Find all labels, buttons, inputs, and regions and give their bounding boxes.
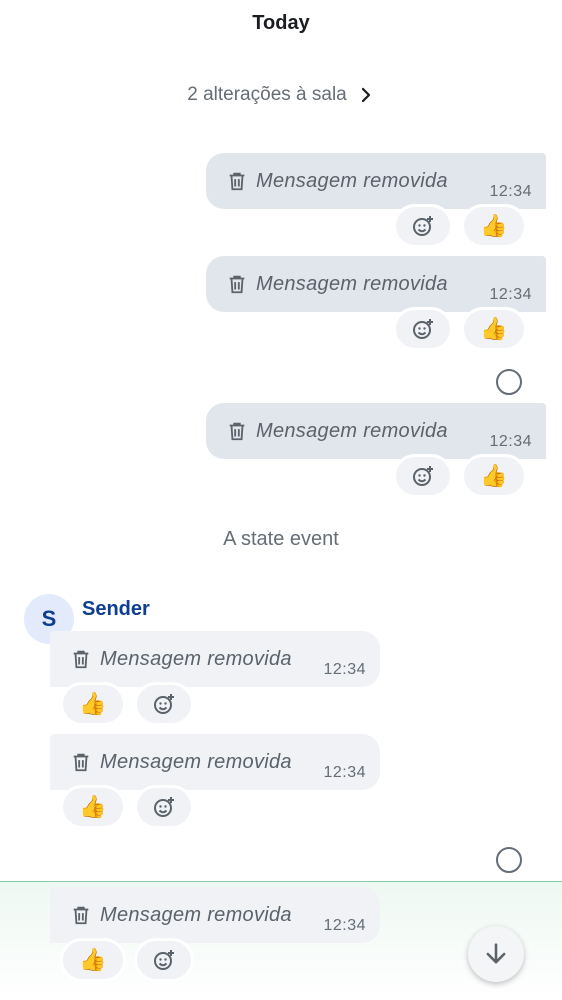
message-bubble[interactable]: Mensagem removida 12:34 (206, 256, 546, 312)
read-receipt-indicator[interactable] (496, 847, 522, 873)
add-reaction-button[interactable] (134, 785, 194, 829)
message-bubble[interactable]: Mensagem removida 12:34 (50, 887, 380, 943)
read-receipt-indicator[interactable] (496, 369, 522, 395)
message-text: Mensagem removida (100, 750, 292, 773)
reaction-thumbs-up[interactable]: 👍 (60, 938, 126, 982)
add-reaction-icon (413, 466, 433, 486)
add-reaction-button[interactable] (134, 682, 194, 726)
add-reaction-button[interactable] (393, 204, 453, 248)
add-reaction-icon (154, 950, 174, 970)
message-bubble[interactable]: Mensagem removida 12:34 (50, 734, 380, 790)
add-reaction-icon (413, 319, 433, 339)
reaction-thumbs-up[interactable]: 👍 (461, 307, 527, 351)
message-text: Mensagem removida (100, 903, 292, 926)
message-timestamp: 12:34 (323, 917, 366, 934)
add-reaction-icon (154, 694, 174, 714)
reaction-thumbs-up[interactable]: 👍 (461, 454, 527, 498)
arrow-down-icon (486, 943, 506, 964)
trash-icon (73, 650, 89, 669)
add-reaction-button[interactable] (134, 938, 194, 982)
message-timestamp: 12:34 (489, 183, 532, 200)
add-reaction-button[interactable] (393, 454, 453, 498)
trash-icon (229, 275, 245, 294)
day-divider: Today (252, 12, 310, 34)
room-changes-summary[interactable]: 2 alterações à sala (0, 84, 562, 106)
add-reaction-button[interactable] (393, 307, 453, 351)
message-timestamp: 12:34 (489, 433, 532, 450)
message-text: Mensagem removida (256, 169, 448, 192)
trash-icon (229, 172, 245, 191)
scroll-to-bottom-button[interactable] (468, 926, 524, 982)
room-changes-label: 2 alterações à sala (187, 84, 347, 105)
add-reaction-icon (154, 797, 174, 817)
chevron-right-icon (361, 87, 370, 103)
state-event: A state event (223, 528, 339, 550)
message-text: Mensagem removida (256, 272, 448, 295)
trash-icon (73, 753, 89, 772)
add-reaction-icon (413, 216, 433, 236)
message-bubble[interactable]: Mensagem removida 12:34 (206, 403, 546, 459)
reaction-thumbs-up[interactable]: 👍 (60, 785, 126, 829)
sender-name[interactable]: Sender (82, 598, 150, 621)
reaction-thumbs-up[interactable]: 👍 (461, 204, 527, 248)
trash-icon (73, 906, 89, 925)
message-text: Mensagem removida (256, 419, 448, 442)
message-bubble[interactable]: Mensagem removida 12:34 (50, 631, 380, 687)
message-timestamp: 12:34 (323, 661, 366, 678)
message-timestamp: 12:34 (489, 286, 532, 303)
reaction-thumbs-up[interactable]: 👍 (60, 682, 126, 726)
trash-icon (229, 422, 245, 441)
message-text: Mensagem removida (100, 647, 292, 670)
message-bubble[interactable]: Mensagem removida 12:34 (206, 153, 546, 209)
message-timestamp: 12:34 (323, 764, 366, 781)
